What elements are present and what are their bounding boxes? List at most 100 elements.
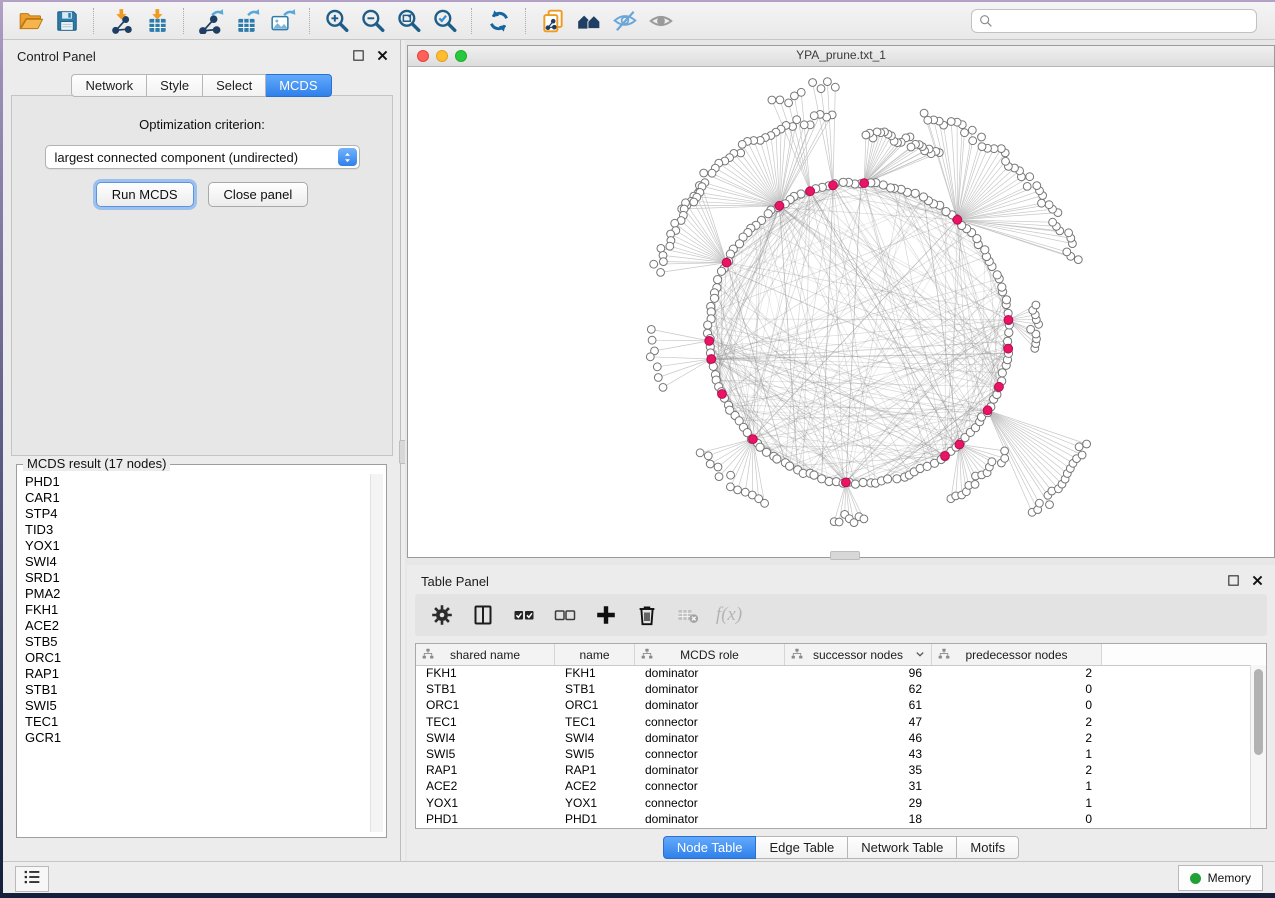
table-row[interactable]: ACE2ACE2connector311 [416, 778, 1251, 794]
mcds-result-list[interactable]: PHD1CAR1STP4TID3YOX1SWI4SRD1PMA2FKH1ACE2… [21, 474, 368, 833]
mcds-result-item[interactable]: ORC1 [25, 650, 368, 666]
tab-mcds[interactable]: MCDS [266, 74, 331, 97]
close-window-icon[interactable] [417, 50, 429, 62]
mcds-result-item[interactable]: PHD1 [25, 474, 368, 490]
column-header-predecessor-nodes[interactable]: predecessor nodes [932, 644, 1102, 665]
control-panel-title: Control Panel [17, 49, 96, 64]
mcds-result-item[interactable]: SRD1 [25, 570, 368, 586]
mcds-result-item[interactable]: TEC1 [25, 714, 368, 730]
column-header-name[interactable]: name [555, 644, 635, 665]
close-panel-button[interactable]: Close panel [208, 182, 309, 207]
add-column-icon[interactable] [592, 601, 620, 629]
mcds-result-item[interactable]: RAP1 [25, 666, 368, 682]
table-row[interactable]: RAP1RAP1dominator352 [416, 762, 1251, 778]
column-header-MCDS-role[interactable]: MCDS role [635, 644, 785, 665]
mcds-result-item[interactable]: TID3 [25, 522, 368, 538]
delete-column-icon[interactable] [633, 601, 661, 629]
search-icon [978, 13, 994, 29]
table-row[interactable]: PHD1PHD1dominator180 [416, 811, 1251, 827]
tab-network[interactable]: Network [71, 74, 147, 97]
mcds-result-item[interactable]: CAR1 [25, 490, 368, 506]
network-window-title: YPA_prune.txt_1 [408, 46, 1274, 65]
table-row[interactable]: ORC1ORC1dominator610 [416, 697, 1251, 713]
export-table-icon[interactable] [229, 6, 265, 36]
node-table-scrollbar[interactable] [1250, 665, 1266, 828]
save-session-icon[interactable] [49, 6, 85, 36]
mcds-result-item[interactable]: PMA2 [25, 586, 368, 602]
network-window: YPA_prune.txt_1 [407, 45, 1275, 558]
network-window-titlebar[interactable]: YPA_prune.txt_1 [408, 46, 1274, 67]
table-row[interactable]: SWI5SWI5connector431 [416, 746, 1251, 762]
mcds-result-item[interactable]: FKH1 [25, 602, 368, 618]
horizontal-splitter-handle[interactable] [830, 551, 860, 560]
zoom-fit-icon[interactable] [391, 6, 427, 36]
search-box[interactable] [971, 9, 1257, 33]
tab-network-table[interactable]: Network Table [848, 836, 957, 859]
mcds-result-item[interactable]: STP4 [25, 506, 368, 522]
table-panel-title: Table Panel [421, 574, 489, 589]
select-all-columns-icon[interactable] [510, 601, 538, 629]
tab-style[interactable]: Style [147, 74, 203, 97]
attribute-settings-icon[interactable] [428, 601, 456, 629]
node-table-body: FKH1FKH1dominator962STB1STB1dominator620… [416, 665, 1251, 828]
mcds-result-item[interactable]: YOX1 [25, 538, 368, 554]
duplicate-network-icon[interactable] [535, 6, 571, 36]
header-filler [1102, 644, 1266, 665]
minimize-window-icon[interactable] [436, 50, 448, 62]
column-header-shared-name[interactable]: shared name [416, 644, 555, 665]
main-toolbar-groups [13, 6, 679, 36]
mcds-result-item[interactable]: STB5 [25, 634, 368, 650]
zoom-selected-icon[interactable] [427, 6, 463, 36]
refresh-icon[interactable] [481, 6, 517, 36]
toolbar-separator [183, 8, 185, 34]
mcds-result-item[interactable]: GCR1 [25, 730, 368, 746]
deselect-all-columns-icon[interactable] [551, 601, 579, 629]
column-header-successor-nodes[interactable]: successor nodes [785, 644, 932, 665]
mcds-result-item[interactable]: SWI5 [25, 698, 368, 714]
import-table-icon[interactable] [139, 6, 175, 36]
table-row[interactable]: FKH1FKH1dominator962 [416, 665, 1251, 681]
search-input[interactable] [998, 12, 1250, 29]
tab-select[interactable]: Select [203, 74, 266, 97]
mcds-result-item[interactable]: ACE2 [25, 618, 368, 634]
table-row[interactable]: TEC1TEC1connector472 [416, 714, 1251, 730]
zoom-out-icon[interactable] [355, 6, 391, 36]
memory-status-icon [1190, 873, 1201, 884]
status-menu-button[interactable] [15, 866, 49, 892]
mcds-network-node [860, 179, 869, 188]
mcds-network-node [722, 258, 731, 267]
zoom-in-icon[interactable] [319, 6, 355, 36]
tab-node-table[interactable]: Node Table [663, 836, 757, 859]
import-network-icon[interactable] [103, 6, 139, 36]
node-table-scrollbar-thumb[interactable] [1254, 669, 1263, 755]
close-panel-icon[interactable] [375, 48, 390, 63]
column-layout-icon[interactable] [469, 601, 497, 629]
tab-edge-table[interactable]: Edge Table [756, 836, 848, 859]
export-network-icon[interactable] [193, 6, 229, 36]
network-canvas[interactable] [408, 66, 1274, 557]
memory-button[interactable]: Memory [1178, 865, 1263, 891]
table-row[interactable]: STB1STB1dominator620 [416, 681, 1251, 697]
first-neighbors-icon[interactable] [571, 6, 607, 36]
float-window-icon[interactable] [1226, 573, 1241, 588]
zoom-window-icon[interactable] [455, 50, 467, 62]
mcds-result-item[interactable]: SWI4 [25, 554, 368, 570]
optimization-criterion-select[interactable]: largest connected component (undirected) [45, 145, 360, 169]
hide-selected-icon[interactable] [607, 6, 643, 36]
close-panel-icon[interactable] [1250, 573, 1265, 588]
export-image-icon[interactable] [265, 6, 301, 36]
table-row[interactable]: YOX1YOX1connector291 [416, 795, 1251, 811]
main-toolbar [3, 2, 1275, 40]
mcds-result-scrollbar[interactable] [370, 474, 383, 832]
tab-motifs[interactable]: Motifs [957, 836, 1019, 859]
toolbar-separator [525, 8, 527, 34]
open-file-icon[interactable] [13, 6, 49, 36]
sort-descending-icon[interactable] [913, 647, 927, 661]
show-all-icon[interactable] [643, 6, 679, 36]
mcds-result-item[interactable]: STB1 [25, 682, 368, 698]
mcds-network-node [749, 435, 758, 444]
table-row[interactable]: SWI4SWI4dominator462 [416, 730, 1251, 746]
float-window-icon[interactable] [351, 48, 366, 63]
run-mcds-button[interactable]: Run MCDS [96, 182, 194, 207]
mcds-network-node [775, 201, 784, 210]
